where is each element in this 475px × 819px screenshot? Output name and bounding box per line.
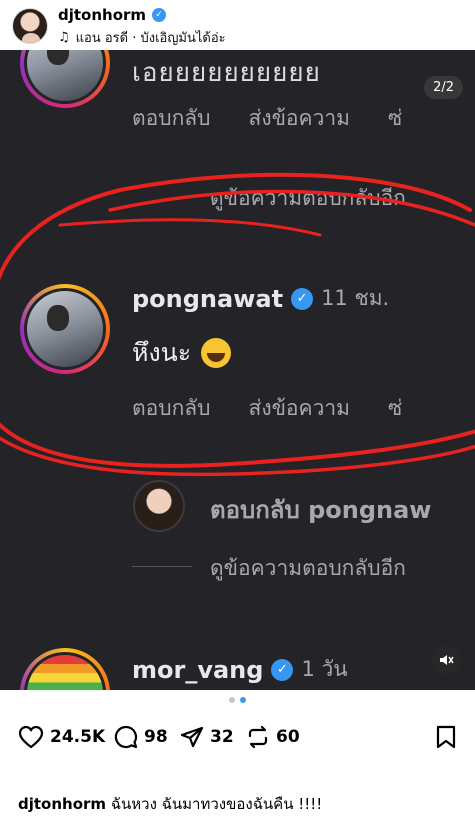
red-circle-annotation [0, 172, 475, 477]
music-note-icon: ♫ [58, 30, 70, 45]
share-button[interactable]: 32 [180, 725, 234, 749]
header-username[interactable]: djtonhorm [58, 6, 146, 24]
post-image[interactable]: 2/2 เอยยยยยยยยยย ตอบกลับ ส่งข้อความ ซ่ ด… [0, 50, 475, 690]
like-button[interactable]: 24.5K [18, 725, 105, 749]
save-button[interactable] [435, 725, 457, 753]
repost-icon [248, 725, 268, 749]
send-icon [180, 726, 204, 748]
comment-count: 98 [144, 727, 168, 747]
carousel-dot-active [240, 697, 246, 703]
carousel-dot [229, 697, 235, 703]
repost-count: 60 [276, 727, 300, 747]
repost-button[interactable]: 60 [246, 725, 300, 749]
post-caption: djtonhorm ฉันหวง ฉันมาทวงของฉันคืน !!!! [18, 792, 322, 816]
share-count: 32 [210, 727, 234, 747]
post-header: djtonhorm ✓ ♫ แอน อรดี · บังเอิญมันได้อ่… [0, 0, 475, 50]
caption-username[interactable]: djtonhorm [18, 795, 106, 813]
carousel-indicator [0, 697, 475, 703]
bookmark-icon [436, 725, 456, 749]
mute-icon[interactable] [431, 645, 461, 675]
comment-icon [114, 725, 138, 749]
comment-button[interactable]: 98 [114, 725, 168, 749]
profile-avatar[interactable] [12, 8, 48, 44]
verified-badge-icon: ✓ [152, 8, 167, 22]
header-username-row[interactable]: djtonhorm ✓ [58, 6, 167, 24]
music-row[interactable]: ♫ แอน อรดี · บังเอิญมันได้อ่ะ [58, 27, 226, 48]
caption-text: ฉันหวง ฉันมาทวงของฉันคืน !!!! [110, 795, 323, 813]
like-count: 24.5K [50, 727, 106, 747]
action-bar: 24.5K 98 32 60 [0, 717, 475, 757]
heart-icon [18, 725, 44, 749]
music-label: แอน อรดี · บังเอิญมันได้อ่ะ [75, 31, 226, 46]
